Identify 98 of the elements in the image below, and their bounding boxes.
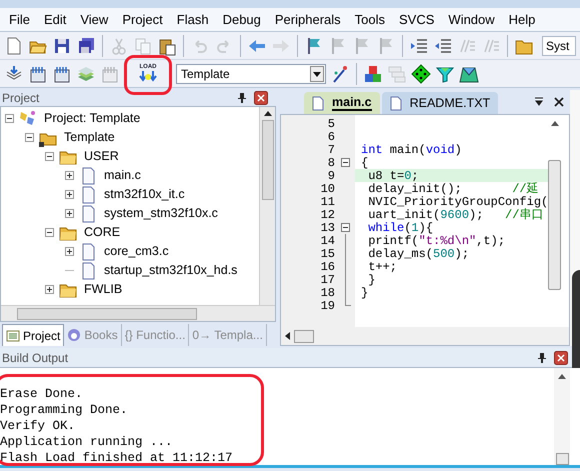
scroll-thumb[interactable] xyxy=(548,160,562,290)
vertical-scrollbar[interactable] xyxy=(259,107,275,305)
scroll-up-icon[interactable] xyxy=(264,111,272,116)
tree-item[interactable]: USER xyxy=(84,147,119,166)
collapse-icon[interactable] xyxy=(25,133,34,142)
output-line: Programming Done. xyxy=(0,402,128,418)
collapse-icon[interactable] xyxy=(45,152,54,161)
menu-item[interactable]: Debug xyxy=(216,10,268,30)
code-text: } xyxy=(367,273,376,286)
code-text: NVIC_PriorityGroupConfig( xyxy=(367,195,548,208)
tree-item[interactable]: core_cm3.c xyxy=(104,242,169,261)
code-text: main( xyxy=(388,143,426,156)
list-icon xyxy=(6,328,20,342)
code-text: //串口 xyxy=(505,208,544,221)
tree-item[interactable]: Template xyxy=(64,128,115,147)
horizontal-scrollbar[interactable] xyxy=(1,305,275,321)
pin-icon[interactable] xyxy=(538,352,546,362)
fold-icon[interactable] xyxy=(341,223,350,232)
code-text: delay_init(); xyxy=(367,182,463,195)
tree-item[interactable]: CORE xyxy=(84,223,120,242)
menu-item[interactable]: Flash xyxy=(170,10,216,30)
book-icon xyxy=(67,328,82,342)
scroll-left-icon[interactable] xyxy=(285,332,290,340)
code-text: 1 xyxy=(411,221,419,234)
pin-icon[interactable] xyxy=(238,93,246,103)
diamond-icon[interactable] xyxy=(411,64,431,84)
expand-icon[interactable] xyxy=(45,285,54,294)
menu-item[interactable]: Edit xyxy=(36,10,74,30)
code-text: 9600 xyxy=(440,208,470,221)
code-text: //延 xyxy=(512,182,539,195)
search-field[interactable]: Syst xyxy=(542,36,576,56)
close-icon[interactable] xyxy=(554,350,568,364)
expand-icon[interactable] xyxy=(65,209,74,218)
target-dropdown[interactable]: Template xyxy=(176,64,326,84)
menu-item[interactable]: Tools xyxy=(348,10,392,30)
code-text: while xyxy=(367,221,404,234)
code-text: ( xyxy=(404,221,412,234)
editor-tab[interactable]: main.c xyxy=(304,92,380,114)
code-text: printf( xyxy=(367,234,419,247)
code-text: 500 xyxy=(433,247,455,260)
code-text: ){ xyxy=(418,221,434,234)
code-text: ; xyxy=(411,169,419,182)
menu-item[interactable]: View xyxy=(73,10,116,30)
tree-item[interactable]: startup_stm32f10x_hd.s xyxy=(104,261,238,280)
code-text: "t:%d\n" xyxy=(418,234,476,247)
code-text: { xyxy=(361,156,368,169)
blocks-icon[interactable] xyxy=(363,64,383,84)
close-icon[interactable] xyxy=(554,97,564,107)
scroll-thumb[interactable] xyxy=(17,308,197,320)
output-line: Verify OK. xyxy=(0,418,76,434)
editor-tab[interactable]: README.TXT xyxy=(382,92,498,114)
fold-icon[interactable] xyxy=(341,158,350,167)
vertical-scrollbar[interactable] xyxy=(554,368,570,465)
tree-item[interactable]: Project: Template xyxy=(44,109,140,128)
scroll-thumb[interactable] xyxy=(556,453,568,465)
expand-icon[interactable] xyxy=(65,247,74,256)
tree-item[interactable]: stm32f10x_it.c xyxy=(104,185,185,204)
menu-item[interactable]: Help xyxy=(502,10,542,30)
code-text: delay_ms( xyxy=(367,247,434,260)
menu-item[interactable]: SVCS xyxy=(392,10,442,30)
close-icon[interactable] xyxy=(254,91,268,105)
output-line: Application running ... xyxy=(0,434,173,450)
panel-tab[interactable]: Project xyxy=(2,324,64,346)
menu-item[interactable]: File xyxy=(2,10,37,30)
code-text: ,t); xyxy=(476,234,506,247)
file-icon xyxy=(312,96,324,110)
down-arrows-icon xyxy=(139,71,157,83)
menu-item[interactable]: Window xyxy=(441,10,502,30)
scroll-up-icon[interactable] xyxy=(550,121,559,126)
code-text: 0 xyxy=(404,169,412,182)
scroll-up-icon[interactable] xyxy=(558,374,566,379)
expand-icon[interactable] xyxy=(65,171,74,180)
tree-item[interactable]: system_stm32f10x.c xyxy=(104,204,218,223)
scroll-thumb[interactable] xyxy=(294,330,314,342)
code-text: ); xyxy=(469,208,484,221)
scroll-thumb[interactable] xyxy=(262,120,274,200)
panel-title: Build Output xyxy=(2,350,68,366)
code-text: int xyxy=(361,143,383,156)
code-text: u8 t= xyxy=(367,169,404,182)
expand-icon[interactable] xyxy=(65,190,74,199)
panel-title: Project xyxy=(2,90,40,107)
code-text: } xyxy=(361,286,368,299)
collapse-icon[interactable] xyxy=(5,114,14,123)
output-line: Erase Done. xyxy=(0,386,83,402)
output-line: Flash Load finished at 11:12:17 xyxy=(0,450,233,466)
save-all-icon[interactable] xyxy=(76,36,96,56)
tree-item[interactable]: main.c xyxy=(104,166,141,185)
dropdown-icon[interactable] xyxy=(534,97,544,107)
file-icon xyxy=(390,96,402,110)
code-text: uart_init( xyxy=(367,208,440,221)
code-text: t++; xyxy=(367,260,398,273)
code-text: ); xyxy=(454,247,470,260)
tree-item[interactable]: FWLIB xyxy=(84,280,122,299)
menu-item[interactable]: Project xyxy=(115,10,170,30)
code-text: ) xyxy=(454,143,462,156)
code-text: void xyxy=(426,143,455,156)
collapse-icon[interactable] xyxy=(45,228,54,237)
menu-item[interactable]: Peripherals xyxy=(268,10,348,30)
